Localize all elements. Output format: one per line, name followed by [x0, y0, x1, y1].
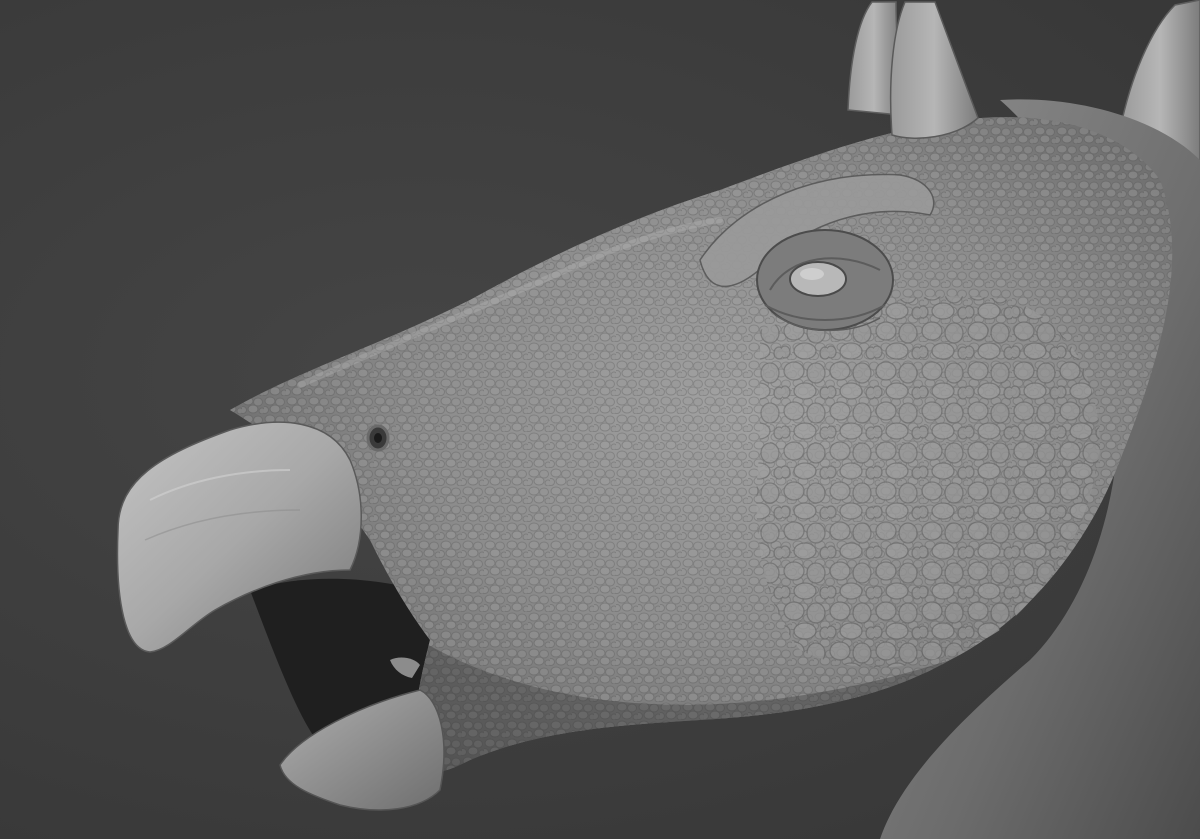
- dinosaur-head-sculpt: [116, 0, 1200, 839]
- front-horn: [889, 1, 979, 139]
- render-viewport: [0, 0, 1200, 839]
